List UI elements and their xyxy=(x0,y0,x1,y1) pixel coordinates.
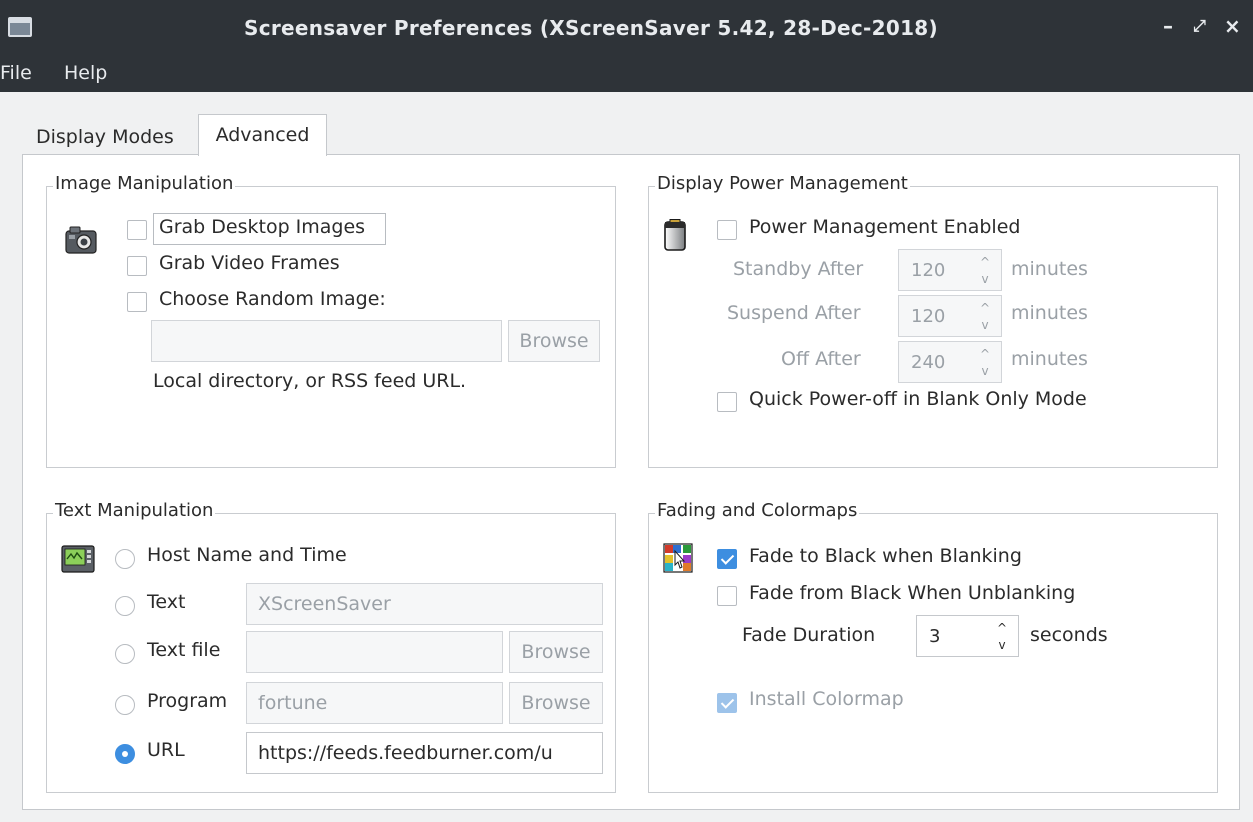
fading-group: Fading and Colormaps Fade to Black when … xyxy=(648,500,1218,793)
image-browse-button[interactable]: Browse xyxy=(508,320,600,362)
fade-to-black-label[interactable]: Fade to Black when Blanking xyxy=(749,545,1022,567)
off-label: Off After xyxy=(781,348,861,370)
text-file-browse-button[interactable]: Browse xyxy=(509,631,603,673)
chevron-down-icon[interactable]: v xyxy=(975,363,995,380)
program-browse-button[interactable]: Browse xyxy=(509,682,603,724)
window-title: Screensaver Preferences (XScreenSaver 5.… xyxy=(244,16,938,40)
image-manipulation-title: Image Manipulation xyxy=(53,173,236,194)
text-manipulation-title: Text Manipulation xyxy=(53,500,216,521)
radio-text-file[interactable] xyxy=(115,644,135,664)
radio-text[interactable] xyxy=(115,596,135,616)
text-input[interactable]: XScreenSaver xyxy=(246,583,603,625)
grab-video-label[interactable]: Grab Video Frames xyxy=(159,252,340,274)
title-bar: Screensaver Preferences (XScreenSaver 5.… xyxy=(0,0,1253,58)
grab-desktop-label[interactable]: Grab Desktop Images xyxy=(159,216,365,238)
chevron-down-icon[interactable]: v xyxy=(975,271,995,288)
advanced-panel: Image Manipulation Grab Desktop Images G… xyxy=(22,154,1240,810)
quick-off-checkbox[interactable] xyxy=(717,392,737,412)
standby-unit: minutes xyxy=(1011,258,1088,280)
menu-file[interactable]: File xyxy=(0,62,32,84)
image-manipulation-group: Image Manipulation Grab Desktop Images G… xyxy=(46,173,616,468)
suspend-label: Suspend After xyxy=(727,302,861,324)
chevron-up-icon[interactable]: ^ xyxy=(975,300,995,317)
power-management-group: Display Power Management Power Managemen… xyxy=(648,173,1218,468)
off-spinner[interactable]: 240 ^ v xyxy=(898,341,1002,383)
chevron-up-icon[interactable]: ^ xyxy=(975,254,995,271)
text-manipulation-group: Text Manipulation Host Name and Time Tex… xyxy=(46,500,616,793)
program-input[interactable]: fortune xyxy=(246,682,503,724)
image-hint: Local directory, or RSS feed URL. xyxy=(153,370,467,392)
tab-advanced[interactable]: Advanced xyxy=(198,114,327,156)
colormap-icon xyxy=(663,543,693,573)
off-value: 240 xyxy=(911,352,946,373)
power-management-title: Display Power Management xyxy=(655,173,910,194)
url-label[interactable]: URL xyxy=(147,739,185,761)
chevron-up-icon[interactable]: ^ xyxy=(992,620,1012,637)
radio-url[interactable] xyxy=(115,744,135,764)
menu-bar: File Help xyxy=(0,58,1253,92)
chevron-down-icon[interactable]: v xyxy=(975,317,995,334)
terminal-icon xyxy=(61,545,95,573)
text-file-label[interactable]: Text file xyxy=(147,639,220,661)
fade-duration-value: 3 xyxy=(929,626,941,647)
fading-title: Fading and Colormaps xyxy=(655,500,860,521)
host-name-time-label[interactable]: Host Name and Time xyxy=(147,544,347,566)
image-path-input[interactable] xyxy=(151,320,502,362)
random-image-label[interactable]: Choose Random Image: xyxy=(159,288,386,310)
power-enabled-label[interactable]: Power Management Enabled xyxy=(749,216,1020,238)
window-icon[interactable] xyxy=(8,17,32,37)
standby-value: 120 xyxy=(911,260,946,281)
fade-to-black-checkbox[interactable] xyxy=(717,549,737,569)
install-colormap-checkbox[interactable] xyxy=(717,693,737,713)
radio-program[interactable] xyxy=(115,695,135,715)
main-area: Display Modes Advanced Image Manipulatio… xyxy=(0,92,1253,822)
grab-desktop-checkbox[interactable] xyxy=(127,220,147,240)
url-input[interactable]: https://feeds.feedburner.com/u xyxy=(246,732,603,774)
grab-video-checkbox[interactable] xyxy=(127,256,147,276)
random-image-checkbox[interactable] xyxy=(127,292,147,312)
suspend-value: 120 xyxy=(911,306,946,327)
minimize-button[interactable]: – xyxy=(1163,14,1173,38)
suspend-unit: minutes xyxy=(1011,302,1088,324)
install-colormap-label[interactable]: Install Colormap xyxy=(749,688,904,710)
camera-icon xyxy=(65,226,97,254)
standby-label: Standby After xyxy=(733,258,864,280)
standby-spinner[interactable]: 120 ^ v xyxy=(898,249,1002,291)
chevron-down-icon[interactable]: v xyxy=(992,637,1012,654)
tab-display-modes[interactable]: Display Modes xyxy=(36,118,174,156)
text-label[interactable]: Text xyxy=(147,591,185,613)
close-button[interactable]: × xyxy=(1224,14,1241,38)
fade-duration-label: Fade Duration xyxy=(742,624,876,646)
radio-host-name-time[interactable] xyxy=(115,549,135,569)
maximize-button[interactable]: ⤢ xyxy=(1193,14,1206,38)
fade-duration-unit: seconds xyxy=(1030,624,1108,646)
power-enabled-checkbox[interactable] xyxy=(717,220,737,240)
battery-icon xyxy=(664,219,686,251)
program-label[interactable]: Program xyxy=(147,690,227,712)
menu-help[interactable]: Help xyxy=(64,62,107,84)
fade-from-black-label[interactable]: Fade from Black When Unblanking xyxy=(749,582,1075,604)
suspend-spinner[interactable]: 120 ^ v xyxy=(898,295,1002,337)
fade-duration-spinner[interactable]: 3 ^ v xyxy=(916,615,1019,657)
chevron-up-icon[interactable]: ^ xyxy=(975,346,995,363)
fade-from-black-checkbox[interactable] xyxy=(717,586,737,606)
quick-off-label[interactable]: Quick Power-off in Blank Only Mode xyxy=(749,388,1087,410)
text-file-input[interactable] xyxy=(246,631,503,673)
off-unit: minutes xyxy=(1011,348,1088,370)
